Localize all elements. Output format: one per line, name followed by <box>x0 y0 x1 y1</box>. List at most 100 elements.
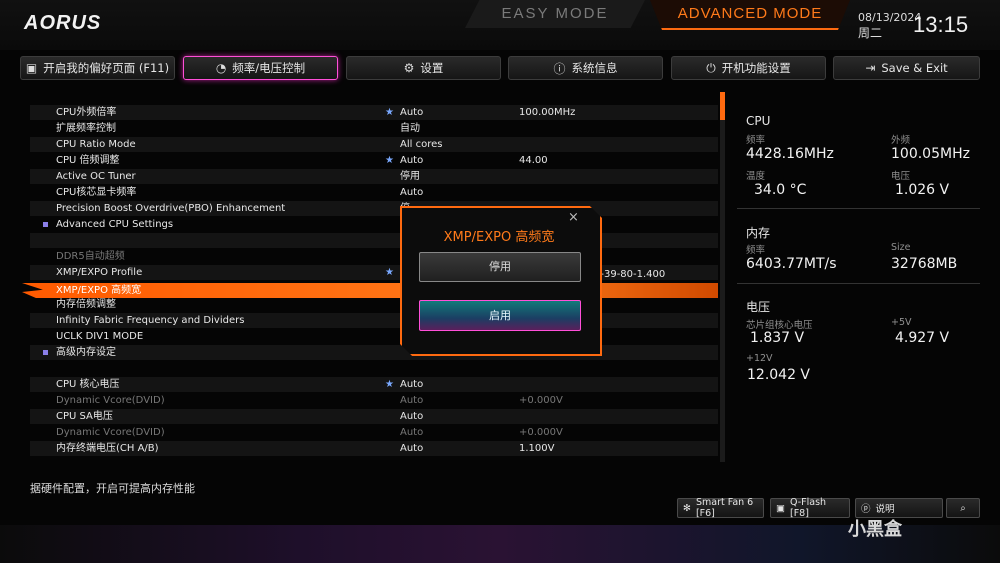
close-icon[interactable]: × <box>568 210 579 225</box>
setting-row: DDR5自动超频 <box>30 249 718 264</box>
cpu-bclk: 100.05MHz <box>891 146 970 162</box>
setting-row[interactable]: 内存倍频调整 <box>30 297 718 312</box>
setting-row[interactable]: Precision Boost Overdrive(PBO) Enhanceme… <box>30 201 718 216</box>
disable-button[interactable]: 停用 <box>419 252 581 282</box>
setting-label: CPU核芯显卡频率 <box>56 187 137 198</box>
setting-row[interactable]: 高级内存设定 <box>30 345 718 360</box>
memory-size-label: Size <box>891 242 911 253</box>
chipset-voltage: 1.837 V <box>750 330 805 346</box>
setting-label: CPU 核心电压 <box>56 379 120 390</box>
easy-mode-tab[interactable]: EASY MODE <box>465 0 645 28</box>
setting-value-secondary: 1.100V <box>519 443 555 454</box>
setting-label: Advanced CPU Settings <box>56 219 174 230</box>
setting-label: 内存终端电压(CH A/B) <box>56 443 159 454</box>
setting-value: Auto <box>400 395 424 406</box>
button-label: Q-Flash [F8] <box>789 497 827 519</box>
setting-row[interactable]: CPU SA电压 Auto <box>30 409 718 424</box>
submenu-bullet-icon <box>43 222 48 227</box>
divider <box>737 208 980 209</box>
memory-title: 内存 <box>746 226 771 240</box>
gear-icon: ⚙ <box>403 61 415 75</box>
setting-row[interactable]: CPU 倍频调整 ★ Auto 44.00 <box>30 153 718 168</box>
qflash-icon: ▣ <box>776 502 785 514</box>
setting-row[interactable]: 内存终端电压(CH A/B) Auto 1.100V <box>30 441 718 456</box>
setting-row[interactable]: CPU 核心电压 ★ Auto <box>30 377 718 392</box>
setting-row[interactable]: 扩展频率控制 自动 <box>30 121 718 136</box>
setting-row[interactable]: CPU核芯显卡频率 Auto <box>30 185 718 200</box>
cpu-freq-label: 频率 <box>746 135 766 146</box>
chipset-voltage-label: 芯片组核心电压 <box>746 320 813 331</box>
setting-value: Auto <box>400 155 424 166</box>
setting-value: All cores <box>400 139 443 150</box>
cpu-temp-label: 温度 <box>746 171 766 182</box>
qflash-button[interactable]: ▣ Q-Flash [F8] <box>770 497 850 519</box>
setting-label: CPU外频倍率 <box>56 107 117 118</box>
spacer-row <box>30 361 718 376</box>
selected-setting-row[interactable]: XMP/EXPO 高频宽 <box>22 283 718 298</box>
tab-save-exit[interactable]: ⇥ Save & Exit <box>833 56 980 80</box>
tab-settings[interactable]: ⚙ 设置 <box>346 56 501 80</box>
setting-label: Infinity Fabric Frequency and Dividers <box>56 315 245 326</box>
memory-size: 32768MB <box>891 256 958 272</box>
setting-label: Dynamic Vcore(DVID) <box>56 427 165 438</box>
tab-label: 频率/电压控制 <box>232 61 306 75</box>
setting-label: CPU Ratio Mode <box>56 139 136 150</box>
p12v-value: 12.042 V <box>747 367 811 383</box>
tab-favorites[interactable]: ▣ 开启我的偏好页面 (F11) <box>20 56 175 80</box>
search-button[interactable]: ⌕ <box>946 498 980 518</box>
tab-label: 开启我的偏好页面 (F11) <box>43 61 170 75</box>
tab-frequency-voltage[interactable]: ◔ 频率/电压控制 <box>183 56 338 80</box>
setting-label: 扩展频率控制 <box>56 123 116 134</box>
divider <box>737 283 980 284</box>
advanced-mode-tab[interactable]: ADVANCED MODE <box>650 0 850 30</box>
setting-value: 自动 <box>400 123 420 134</box>
enable-button[interactable]: 启用 <box>419 300 581 331</box>
cpu-title: CPU <box>746 114 771 128</box>
setting-row[interactable]: Advanced CPU Settings <box>30 217 718 232</box>
setting-value: Auto <box>400 427 424 438</box>
easy-mode-label: EASY MODE <box>501 5 609 22</box>
weekday: 周二 <box>858 26 883 40</box>
cpu-volt-label: 电压 <box>891 171 911 182</box>
setting-value: 停用 <box>400 171 420 182</box>
setting-value-secondary: +0.000V <box>519 427 563 438</box>
setting-value-secondary: 100.00MHz <box>519 107 576 118</box>
submenu-bullet-icon <box>43 350 48 355</box>
cpu-temp: 34.0 °C <box>754 182 807 198</box>
help-text: 据硬件配置，开启可提高内存性能 <box>30 482 195 495</box>
setting-row[interactable]: Active OC Tuner 停用 <box>30 169 718 184</box>
setting-value: Auto <box>400 187 424 198</box>
setting-row[interactable]: CPU Ratio Mode All cores <box>30 137 718 152</box>
favorite-page-icon: ▣ <box>25 61 38 75</box>
brand-logo: AORUS <box>24 12 102 34</box>
setting-value-secondary: +0.000V <box>519 395 563 406</box>
tab-system-info[interactable]: ⓘ 系统信息 <box>508 56 663 80</box>
setting-label: Precision Boost Overdrive(PBO) Enhanceme… <box>56 203 286 214</box>
star-icon: ★ <box>385 267 394 278</box>
setting-row[interactable]: Infinity Fabric Frequency and Dividers <box>30 313 718 328</box>
setting-label: UCLK DIV1 MODE <box>56 331 144 342</box>
cpu-volt: 1.026 V <box>895 182 950 198</box>
scrollbar-thumb[interactable] <box>720 92 725 120</box>
advanced-mode-label: ADVANCED MODE <box>677 5 823 22</box>
setting-value: Auto <box>400 379 424 390</box>
info-icon: ⓘ <box>553 61 566 76</box>
setting-value: Auto <box>400 411 424 422</box>
xmp-timing-value: 9-39-80-1.400 <box>594 269 666 280</box>
tab-label: 开机功能设置 <box>721 61 791 75</box>
scrollbar[interactable] <box>720 92 725 462</box>
cpu-freq: 4428.16MHz <box>746 146 834 162</box>
memory-freq-label: 频率 <box>746 245 766 256</box>
tab-label: Save & Exit <box>881 61 948 75</box>
p5v-value: 4.927 V <box>895 330 950 346</box>
setting-row[interactable]: CPU外频倍率 ★ Auto 100.00MHz <box>30 105 718 120</box>
tab-boot[interactable]: ⏻ 开机功能设置 <box>671 56 826 80</box>
clock: 13:15 <box>913 12 969 37</box>
setting-row[interactable]: UCLK DIV1 MODE <box>30 329 718 344</box>
setting-label: Dynamic Vcore(DVID) <box>56 395 165 406</box>
date: 08/13/2024 <box>858 11 922 24</box>
setting-label: CPU SA电压 <box>56 411 113 422</box>
smart-fan-button[interactable]: ✻ Smart Fan 6 [F6] <box>677 497 764 519</box>
exit-icon: ⇥ <box>865 61 876 75</box>
button-label: Smart Fan 6 [F6] <box>695 497 754 519</box>
